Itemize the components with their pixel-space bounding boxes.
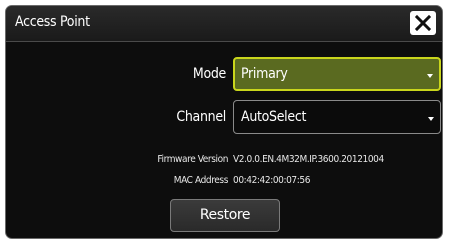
- access-point-dialog: Access Point Mode Primary Channel AutoSe…: [5, 5, 443, 239]
- mode-select[interactable]: Primary: [233, 57, 441, 91]
- mode-value: Primary: [241, 66, 288, 82]
- firmware-version-value: V2.0.0.EN.4M32M.IP.3600.20121004: [233, 154, 384, 165]
- firmware-version-label: Firmware Version: [157, 154, 228, 165]
- restore-defaults-button[interactable]: Restore Defaults: [170, 199, 280, 232]
- mac-address-value: 00:42:42:00:07:56: [233, 175, 311, 186]
- chevron-down-icon: [428, 117, 434, 121]
- close-x-icon: [415, 15, 431, 31]
- mode-label: Mode: [192, 66, 226, 82]
- channel-label: Channel: [176, 109, 226, 125]
- channel-value: AutoSelect: [241, 109, 307, 125]
- chevron-down-icon: [427, 74, 433, 78]
- close-button[interactable]: [410, 11, 436, 35]
- dialog-title: Access Point: [15, 14, 90, 30]
- mac-address-label: MAC Address: [173, 175, 229, 186]
- channel-select[interactable]: AutoSelect: [233, 100, 441, 134]
- title-bar: Access Point: [6, 6, 442, 42]
